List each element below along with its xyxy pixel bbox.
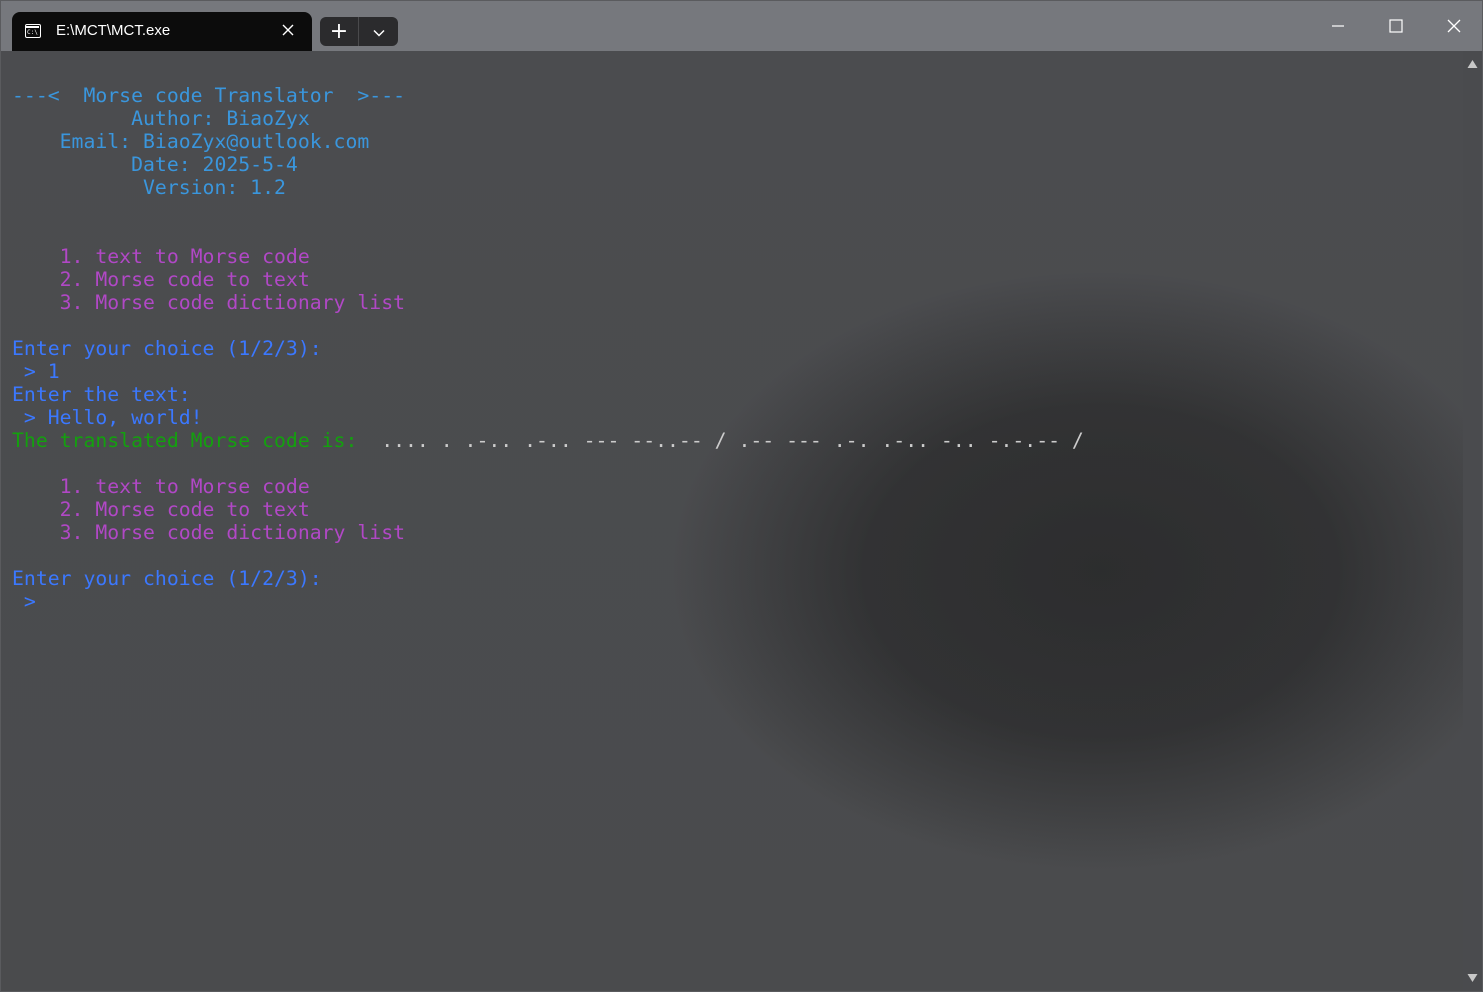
scroll-down-arrow-icon[interactable] xyxy=(1467,973,1478,983)
maximize-button[interactable] xyxy=(1373,5,1419,47)
minimize-button[interactable] xyxy=(1315,5,1361,47)
tab-mct-exe[interactable]: C:\ E:\MCT\MCT.exe xyxy=(12,12,312,51)
minimize-icon xyxy=(1332,25,1344,27)
choice-input-cursor[interactable]: > xyxy=(12,590,36,613)
result-label: The translated Morse code is: xyxy=(12,429,358,452)
title-bar[interactable]: C:\ E:\MCT\MCT.exe + xyxy=(1,1,1482,51)
choice-prompt: Enter your choice (1/2/3): xyxy=(12,567,322,590)
text-prompt: Enter the text: xyxy=(12,383,191,406)
console-app-icon: C:\ xyxy=(25,24,41,38)
close-icon xyxy=(1447,19,1461,33)
header-author: Author: BiaoZyx xyxy=(12,107,310,130)
tab-dropdown-button[interactable] xyxy=(359,17,398,46)
choice-input: > 1 xyxy=(12,360,60,383)
scroll-up-arrow-icon[interactable] xyxy=(1467,59,1478,69)
text-input: > Hello, world! xyxy=(12,406,203,429)
terminal-window: C:\ E:\MCT\MCT.exe + ---< Morse code Tra… xyxy=(0,0,1483,992)
menu-item-dictionary: 3. Morse code dictionary list xyxy=(12,291,406,314)
tab-actions: + xyxy=(320,17,398,46)
plus-icon: + xyxy=(329,19,349,44)
choice-prompt: Enter your choice (1/2/3): xyxy=(12,337,322,360)
terminal-output[interactable]: ---< Morse code Translator >--- Author: … xyxy=(1,51,1463,991)
menu-item-text-to-morse: 1. text to Morse code xyxy=(12,475,310,498)
close-window-button[interactable] xyxy=(1431,5,1477,47)
maximize-icon xyxy=(1389,19,1403,33)
tab-close-icon[interactable] xyxy=(278,20,298,40)
header-email: Email: BiaoZyx@outlook.com xyxy=(12,130,370,153)
header-version: Version: 1.2 xyxy=(12,176,286,199)
tab-title: E:\MCT\MCT.exe xyxy=(56,22,171,39)
result-line: The translated Morse code is: .... . .-.… xyxy=(12,429,1084,452)
menu-item-morse-to-text: 2. Morse code to text xyxy=(12,498,310,521)
chevron-down-icon xyxy=(372,29,385,37)
result-value: .... . .-.. .-.. --- --..-- / .-- --- .-… xyxy=(357,429,1084,452)
menu-item-text-to-morse: 1. text to Morse code xyxy=(12,245,310,268)
menu-item-morse-to-text: 2. Morse code to text xyxy=(12,268,310,291)
new-tab-button[interactable]: + xyxy=(320,17,359,46)
menu-item-dictionary: 3. Morse code dictionary list xyxy=(12,521,406,544)
header-title: ---< Morse code Translator >--- xyxy=(12,84,406,107)
header-date: Date: 2025-5-4 xyxy=(12,153,298,176)
vertical-scrollbar[interactable] xyxy=(1463,51,1482,991)
